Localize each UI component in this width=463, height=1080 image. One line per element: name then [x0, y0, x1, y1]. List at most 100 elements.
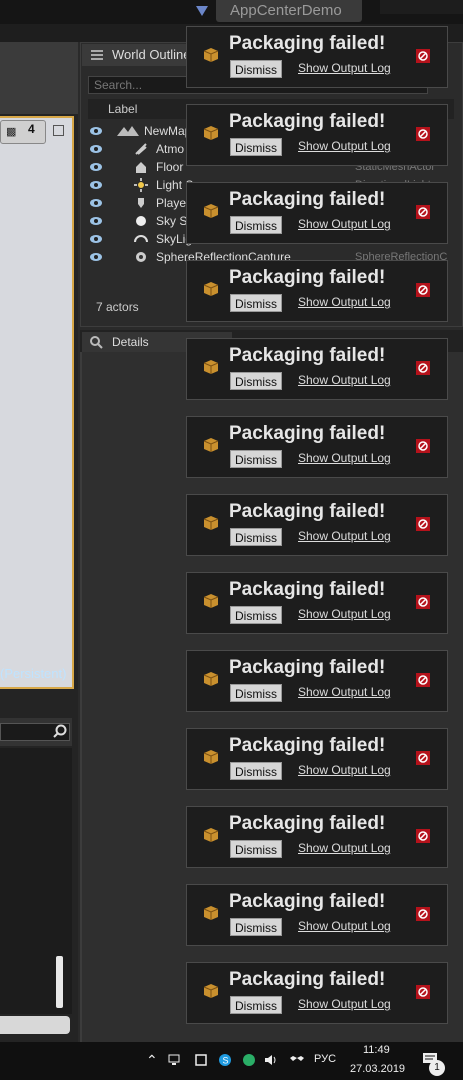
- volume-icon[interactable]: [264, 1053, 278, 1067]
- maximize-viewport-icon[interactable]: [53, 125, 64, 136]
- visibility-eye-icon[interactable]: [89, 216, 103, 226]
- show-output-log-link[interactable]: Show Output Log: [298, 763, 391, 777]
- visibility-eye-icon[interactable]: [89, 180, 103, 190]
- error-close-icon[interactable]: [416, 595, 430, 609]
- package-icon: [203, 126, 219, 140]
- toast-title: Packaging failed!: [229, 189, 386, 210]
- packaging-failed-toast: Packaging failed! Dismiss Show Output Log: [186, 260, 448, 322]
- dismiss-button[interactable]: Dismiss: [230, 294, 282, 312]
- packaging-failed-toast: Packaging failed! Dismiss Show Output Log: [186, 650, 448, 712]
- package-icon: [203, 828, 219, 842]
- toast-title: Packaging failed!: [229, 423, 386, 444]
- package-icon: [203, 516, 219, 530]
- error-close-icon[interactable]: [416, 829, 430, 843]
- language-indicator[interactable]: РУС: [314, 1053, 336, 1065]
- show-output-log-link[interactable]: Show Output Log: [298, 61, 391, 75]
- toast-title: Packaging failed!: [229, 267, 386, 288]
- dismiss-button[interactable]: Dismiss: [230, 60, 282, 78]
- clock-date[interactable]: 27.03.2019: [350, 1063, 405, 1075]
- error-close-icon[interactable]: [416, 361, 430, 375]
- dismiss-button[interactable]: Dismiss: [230, 684, 282, 702]
- network-icon[interactable]: [168, 1053, 182, 1067]
- error-close-icon[interactable]: [416, 439, 430, 453]
- error-close-icon[interactable]: [416, 907, 430, 921]
- error-close-icon[interactable]: [416, 127, 430, 141]
- visibility-eye-icon[interactable]: [89, 162, 103, 172]
- list-item[interactable]: Atmo: [156, 142, 184, 156]
- visibility-eye-icon[interactable]: [89, 126, 103, 136]
- visibility-eye-icon[interactable]: [89, 144, 103, 154]
- player-icon: [138, 198, 144, 208]
- list-item[interactable]: NewMap: [144, 124, 191, 138]
- show-output-log-link[interactable]: Show Output Log: [298, 841, 391, 855]
- dismiss-button[interactable]: Dismiss: [230, 138, 282, 156]
- package-icon: [203, 750, 219, 764]
- dismiss-button[interactable]: Dismiss: [230, 372, 282, 390]
- scrollbar-thumb[interactable]: [56, 956, 63, 1008]
- column-label[interactable]: Label: [108, 102, 137, 116]
- content-browser-footer: [0, 1016, 70, 1034]
- show-output-log-link[interactable]: Show Output Log: [298, 373, 391, 387]
- clock-time[interactable]: 11:49: [363, 1044, 390, 1056]
- level-viewport[interactable]: [0, 116, 74, 689]
- packaging-failed-toast: Packaging failed! Dismiss Show Output Log: [186, 494, 448, 556]
- show-hidden-icons-icon[interactable]: ⌃: [146, 1052, 158, 1069]
- list-item[interactable]: Playe: [156, 196, 186, 210]
- packaging-failed-toast: Packaging failed! Dismiss Show Output Log: [186, 884, 448, 946]
- package-icon: [203, 204, 219, 218]
- dismiss-button[interactable]: Dismiss: [230, 840, 282, 858]
- error-close-icon[interactable]: [416, 283, 430, 297]
- actor-count: 7 actors: [96, 300, 139, 314]
- window-title: AppCenterDemo: [230, 2, 342, 19]
- dismiss-button[interactable]: Dismiss: [230, 762, 282, 780]
- error-close-icon[interactable]: [416, 517, 430, 531]
- error-close-icon[interactable]: [416, 985, 430, 999]
- dismiss-button[interactable]: Dismiss: [230, 918, 282, 936]
- visibility-eye-icon[interactable]: [89, 234, 103, 244]
- show-output-log-link[interactable]: Show Output Log: [298, 997, 391, 1011]
- error-close-icon[interactable]: [416, 205, 430, 219]
- dismiss-button[interactable]: Dismiss: [230, 528, 282, 546]
- error-close-icon[interactable]: [416, 49, 430, 63]
- outliner-title: World Outliner: [112, 47, 195, 62]
- show-output-log-link[interactable]: Show Output Log: [298, 919, 391, 933]
- dropbox-alt-icon[interactable]: [194, 1053, 208, 1067]
- notification-badge: 1: [429, 1060, 445, 1076]
- visibility-eye-icon[interactable]: [89, 198, 103, 208]
- package-icon: [203, 594, 219, 608]
- visibility-eye-icon[interactable]: [89, 252, 103, 262]
- package-icon: [203, 438, 219, 452]
- show-output-log-link[interactable]: Show Output Log: [298, 529, 391, 543]
- dropbox-icon[interactable]: [290, 1053, 304, 1067]
- show-output-log-link[interactable]: Show Output Log: [298, 607, 391, 621]
- light-icon: [134, 178, 148, 192]
- list-item[interactable]: Floor: [156, 160, 183, 174]
- package-icon: [203, 672, 219, 686]
- skylight-icon: [134, 235, 148, 243]
- map-icon: [117, 126, 139, 136]
- show-output-log-link[interactable]: Show Output Log: [298, 685, 391, 699]
- dismiss-button[interactable]: Dismiss: [230, 996, 282, 1014]
- dismiss-button[interactable]: Dismiss: [230, 606, 282, 624]
- error-close-icon[interactable]: [416, 673, 430, 687]
- show-output-log-link[interactable]: Show Output Log: [298, 451, 391, 465]
- dismiss-button[interactable]: Dismiss: [230, 216, 282, 234]
- toast-title: Packaging failed!: [229, 501, 386, 522]
- search-icon[interactable]: [53, 724, 67, 738]
- details-icon: [90, 336, 103, 349]
- list-item[interactable]: Sky S: [156, 214, 187, 228]
- toast-title: Packaging failed!: [229, 33, 386, 54]
- error-close-icon[interactable]: [416, 751, 430, 765]
- toast-title: Packaging failed!: [229, 657, 386, 678]
- show-output-log-link[interactable]: Show Output Log: [298, 217, 391, 231]
- outliner-icon: [91, 50, 103, 60]
- toast-title: Packaging failed!: [229, 579, 386, 600]
- wechat-icon[interactable]: [242, 1053, 256, 1067]
- dismiss-button[interactable]: Dismiss: [230, 450, 282, 468]
- packaging-failed-toast: Packaging failed! Dismiss Show Output Log: [186, 806, 448, 868]
- show-output-log-link[interactable]: Show Output Log: [298, 139, 391, 153]
- packaging-failed-toast: Packaging failed! Dismiss Show Output Log: [186, 104, 448, 166]
- show-output-log-link[interactable]: Show Output Log: [298, 295, 391, 309]
- skype-icon[interactable]: S: [218, 1053, 232, 1067]
- window-controls[interactable]: [380, 0, 463, 14]
